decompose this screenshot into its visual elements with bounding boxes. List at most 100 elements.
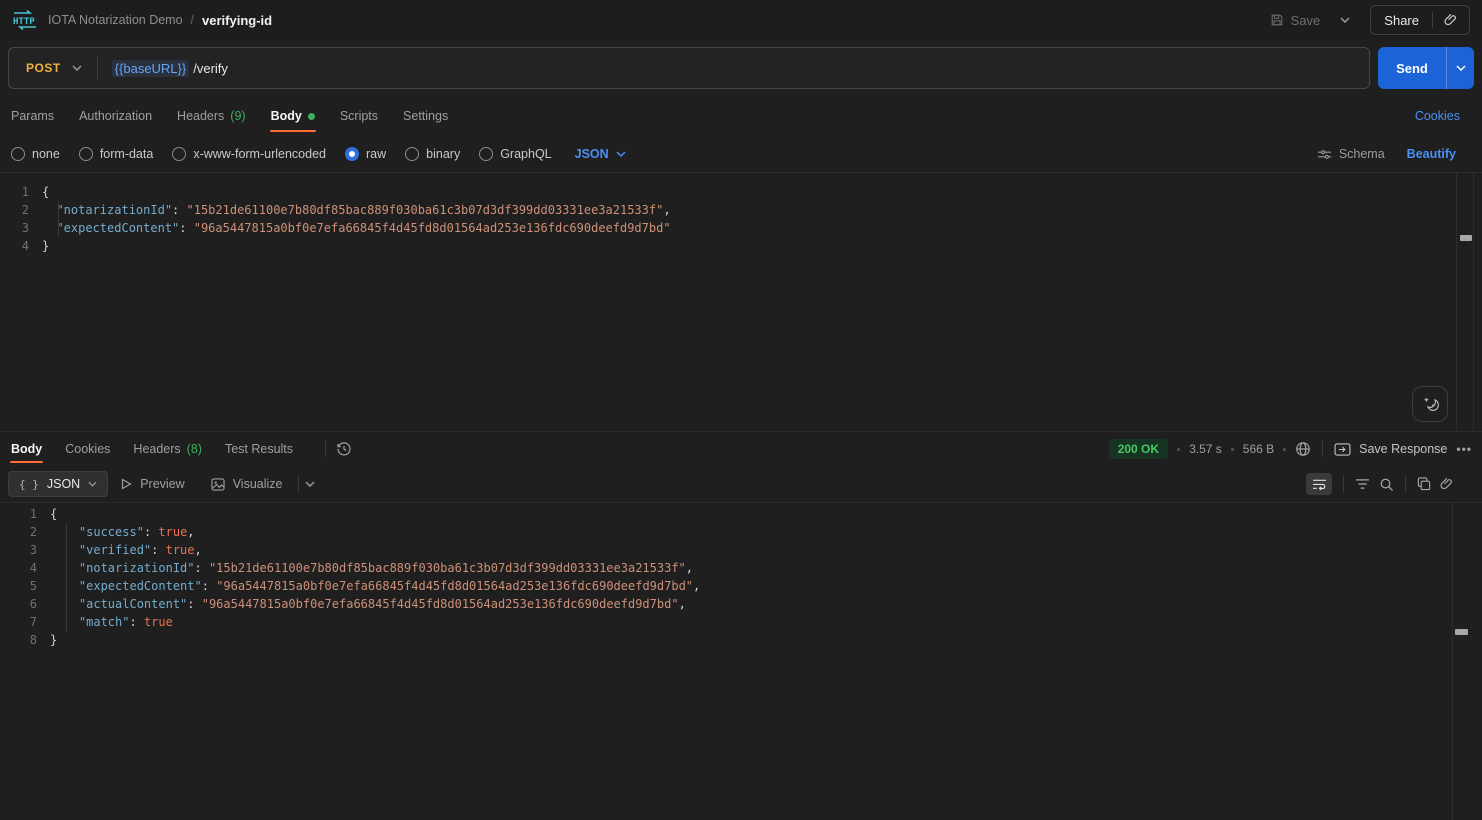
code-text: "actualContent": "96a5447815a0bf0e7efa66… xyxy=(50,595,686,613)
share-button-group: Share xyxy=(1370,5,1470,35)
radio-x-www-form-urlencoded[interactable]: x-www-form-urlencoded xyxy=(172,147,326,161)
filter-icon xyxy=(1355,478,1370,490)
save-options-chevron[interactable] xyxy=(1330,17,1360,23)
code-line: 4 "notarizationId": "15b21de61100e7b80df… xyxy=(16,559,1482,577)
image-icon xyxy=(211,478,225,491)
divider xyxy=(298,476,299,492)
response-format-select[interactable]: { } JSON xyxy=(8,471,108,497)
code-text: } xyxy=(50,631,57,649)
tab-settings[interactable]: Settings xyxy=(402,98,449,134)
save-button[interactable]: Save xyxy=(1260,13,1331,28)
radio-form-data[interactable]: form-data xyxy=(79,147,154,161)
url-input[interactable]: {{baseURL}} /verify xyxy=(112,60,228,77)
separator-dot xyxy=(1283,448,1286,451)
tab-authorization[interactable]: Authorization xyxy=(78,98,153,134)
search-button[interactable] xyxy=(1379,477,1394,492)
response-tab-test-results[interactable]: Test Results xyxy=(224,433,294,465)
line-number: 8 xyxy=(16,631,50,649)
response-tab-body[interactable]: Body xyxy=(10,433,43,465)
word-wrap-button[interactable] xyxy=(1306,473,1332,495)
request-body-editor[interactable]: 1{2 "notarizationId": "15b21de61100e7b80… xyxy=(0,172,1482,431)
scrollbar-thumb[interactable] xyxy=(1460,235,1472,241)
copy-link-button[interactable] xyxy=(1433,13,1469,27)
line-number: 6 xyxy=(16,595,50,613)
globe-icon xyxy=(1295,441,1311,457)
code-line: 8} xyxy=(16,631,1482,649)
response-code-lines: 1{2 "success": true,3 "verified": true,4… xyxy=(16,505,1482,649)
tab-body[interactable]: Body xyxy=(270,98,316,134)
beautify-button[interactable]: Beautify xyxy=(1407,147,1456,161)
status-badge[interactable]: 200 OK xyxy=(1109,439,1168,459)
scrollbar-thumb[interactable] xyxy=(1455,629,1468,635)
response-time[interactable]: 3.57 s xyxy=(1189,442,1222,456)
request-editor-scrollbar[interactable] xyxy=(1456,173,1474,431)
visualize-button[interactable]: Visualize xyxy=(198,477,296,491)
separator-dot xyxy=(1177,448,1180,451)
save-response-button[interactable]: Save Response xyxy=(1334,442,1447,456)
preview-button[interactable]: Preview xyxy=(108,477,197,491)
breadcrumb-request-name[interactable]: verifying-id xyxy=(202,13,272,28)
chevron-down-icon xyxy=(305,481,315,487)
share-button[interactable]: Share xyxy=(1371,13,1432,28)
code-text: "match": true xyxy=(50,613,173,631)
send-button-group: Send xyxy=(1378,47,1474,89)
body-mode-row: none form-data x-www-form-urlencoded raw… xyxy=(0,136,1482,172)
radio-graphql[interactable]: GraphQL xyxy=(479,147,551,161)
response-tools xyxy=(1306,473,1454,495)
radio-circle xyxy=(79,147,93,161)
sliders-icon xyxy=(1317,148,1332,160)
headers-count: (9) xyxy=(230,109,245,123)
history-clock-icon xyxy=(336,441,352,457)
cookies-link[interactable]: Cookies xyxy=(1415,109,1460,123)
response-editor-scrollbar[interactable] xyxy=(1452,503,1482,820)
divider xyxy=(1343,476,1344,492)
response-size[interactable]: 566 B xyxy=(1243,442,1274,456)
separator-dot xyxy=(1231,448,1234,451)
filter-button[interactable] xyxy=(1355,478,1370,490)
code-line: 7 "match": true xyxy=(16,613,1482,631)
url-variable[interactable]: {{baseURL}} xyxy=(112,60,190,77)
radio-none[interactable]: none xyxy=(11,147,60,161)
line-number: 4 xyxy=(8,237,42,255)
line-number: 3 xyxy=(16,541,50,559)
send-button[interactable]: Send xyxy=(1378,47,1446,89)
line-number: 2 xyxy=(8,201,42,219)
radio-circle xyxy=(172,147,186,161)
response-history-button[interactable] xyxy=(336,441,352,457)
response-tab-cookies[interactable]: Cookies xyxy=(64,433,111,465)
radio-raw[interactable]: raw xyxy=(345,147,386,161)
schema-button[interactable]: Schema xyxy=(1317,147,1385,161)
tab-params[interactable]: Params xyxy=(10,98,55,134)
more-options-button[interactable]: ••• xyxy=(1456,442,1472,456)
url-path: /verify xyxy=(193,61,228,76)
copy-button[interactable] xyxy=(1417,477,1431,491)
method-selector[interactable]: POST xyxy=(9,61,97,75)
language-select[interactable]: JSON xyxy=(575,147,626,161)
link-button[interactable] xyxy=(1440,477,1454,491)
code-line: 2 "success": true, xyxy=(16,523,1482,541)
code-text: { xyxy=(50,505,57,523)
radio-binary[interactable]: binary xyxy=(405,147,460,161)
url-box: POST {{baseURL}} /verify xyxy=(8,47,1370,89)
tab-headers[interactable]: Headers (9) xyxy=(176,98,247,134)
tab-scripts[interactable]: Scripts xyxy=(339,98,379,134)
paperclip-icon xyxy=(1444,13,1458,27)
code-line: 3 "expectedContent": "96a5447815a0bf0e7e… xyxy=(8,219,1482,237)
code-text: } xyxy=(42,237,49,255)
response-body-editor[interactable]: 1{2 "success": true,3 "verified": true,4… xyxy=(0,502,1482,820)
network-info-button[interactable] xyxy=(1295,441,1311,457)
code-text: "success": true, xyxy=(50,523,195,541)
braces-icon: { } xyxy=(19,478,39,491)
send-options-button[interactable] xyxy=(1446,47,1474,89)
format-label: JSON xyxy=(47,477,80,491)
breadcrumb-collection[interactable]: IOTA Notarization Demo xyxy=(48,13,183,27)
postbot-button[interactable] xyxy=(1412,386,1448,422)
divider xyxy=(1405,476,1406,492)
code-text: "verified": true, xyxy=(50,541,202,559)
radio-circle-selected xyxy=(345,147,359,161)
response-tab-headers[interactable]: Headers (8) xyxy=(132,433,203,465)
format-options-chevron[interactable] xyxy=(301,481,319,487)
code-text: "notarizationId": "15b21de61100e7b80df85… xyxy=(50,559,693,577)
request-code-lines: 1{2 "notarizationId": "15b21de61100e7b80… xyxy=(8,183,1482,255)
response-toolbar: { } JSON Preview Visualize xyxy=(0,466,1482,502)
